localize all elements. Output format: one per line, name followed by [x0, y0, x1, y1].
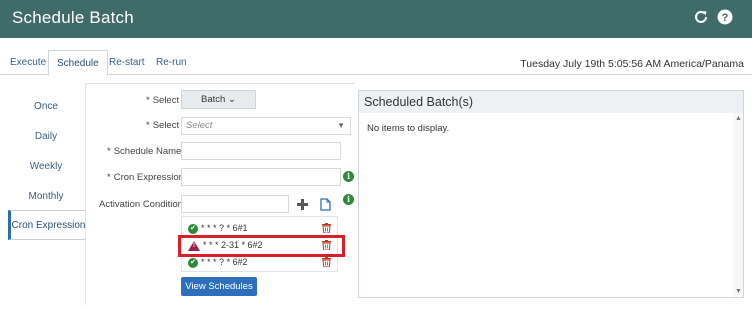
info-icon[interactable]: i [343, 171, 354, 182]
activation-condition-label: Activation Condition [99, 199, 183, 210]
delete-icon[interactable] [322, 223, 331, 233]
scrollbar[interactable]: ▲ ▼ [733, 113, 743, 297]
condition-item[interactable]: ✔ * * * ? * 6#2 [188, 257, 248, 270]
check-icon: ✔ [188, 223, 198, 234]
schedule-type-nav: Once Daily Weekly Monthly Cron Expressio… [8, 90, 86, 240]
batch-dropdown[interactable]: Select ▼ [181, 117, 351, 135]
nav-cron-expression[interactable]: Cron Expression [8, 210, 86, 240]
schedule-name-input[interactable] [181, 142, 341, 160]
select2-label: * Select [146, 120, 180, 131]
schedule-name-label: * Schedule Name: [107, 146, 184, 157]
tab-schedule[interactable]: Schedule [48, 50, 108, 76]
nav-weekly[interactable]: Weekly [8, 152, 84, 182]
help-icon[interactable]: ? [717, 9, 733, 25]
add-icon[interactable] [297, 199, 308, 210]
scroll-up-icon[interactable]: ▲ [735, 115, 742, 122]
view-schedules-button[interactable]: View Schedules [181, 277, 257, 296]
cron-expression-label: * Cron Expression [107, 172, 184, 183]
select1-label: * Select [146, 95, 180, 106]
cron-expression-input[interactable] [181, 168, 341, 186]
info-icon[interactable]: i [343, 194, 354, 205]
page-title: Schedule Batch [12, 8, 134, 27]
check-icon: ✔ [188, 257, 198, 268]
delete-icon[interactable] [322, 257, 331, 267]
nav-daily[interactable]: Daily [8, 122, 84, 152]
empty-message: No items to display. [367, 123, 450, 134]
tab-execute[interactable]: Execute [2, 50, 54, 75]
scroll-down-icon[interactable]: ▼ [735, 288, 742, 295]
nav-once[interactable]: Once [8, 92, 84, 122]
scheduled-batches-title: Scheduled Batch(s) [359, 91, 743, 113]
chevron-down-icon: ⌄ [227, 94, 236, 105]
copy-document-icon[interactable] [320, 198, 331, 211]
activation-condition-input[interactable] [181, 195, 289, 213]
tab-restart[interactable]: Re-start [101, 50, 153, 75]
batch-select-button[interactable]: Batch ⌄ [181, 90, 256, 109]
datetime-display: Tuesday July 19th 5:05:56 AM America/Pan… [520, 58, 744, 70]
dropdown-arrow-icon: ▼ [337, 121, 345, 130]
tab-rerun[interactable]: Re-run [148, 50, 195, 75]
highlight-box [178, 235, 345, 257]
title-bar: Schedule Batch ? [0, 0, 752, 38]
svg-text:?: ? [722, 12, 729, 24]
refresh-icon[interactable] [693, 9, 709, 25]
scheduled-batches-panel: Scheduled Batch(s) No items to display. … [358, 90, 744, 298]
nav-monthly[interactable]: Monthly [8, 182, 84, 212]
